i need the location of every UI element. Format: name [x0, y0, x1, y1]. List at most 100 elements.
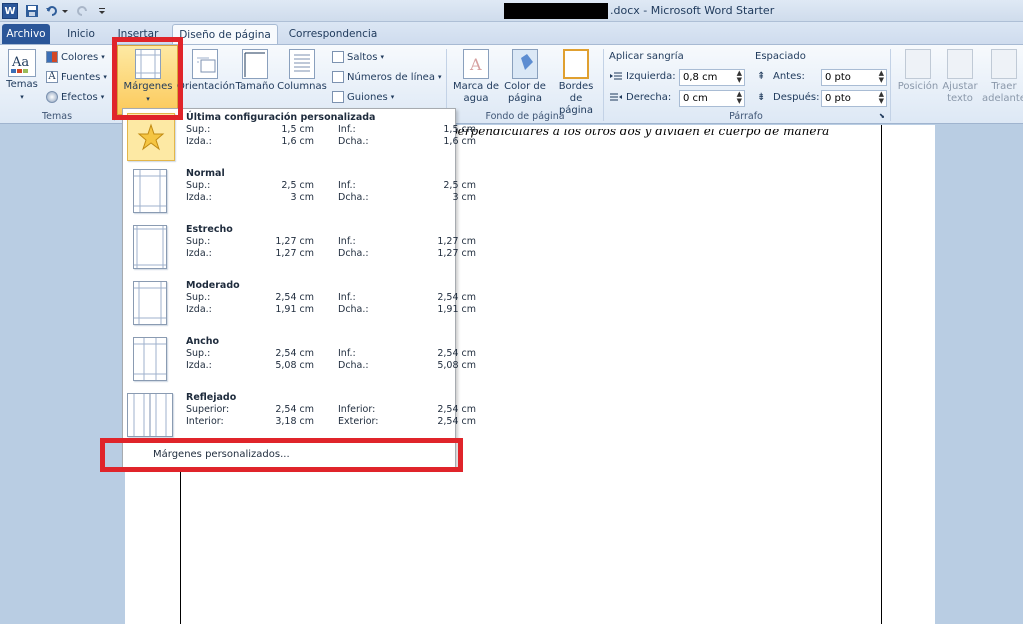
margin-preset-moderate-icon: [133, 281, 167, 325]
efectos-button[interactable]: Efectos ▾: [46, 91, 104, 103]
margin-preset-wide-icon: [133, 337, 167, 381]
numeros-label: Números de línea: [347, 71, 435, 83]
derecha-label: Derecha:: [626, 92, 672, 103]
preset-value: 1,6 cm: [281, 136, 314, 147]
despues-label: Después:: [773, 92, 820, 103]
columnas-button[interactable]: Columnas: [277, 49, 327, 93]
tab-archivo[interactable]: Archivo: [2, 24, 50, 44]
orientacion-label: Orientación: [177, 81, 236, 92]
spinner-arrows-icon[interactable]: ▲ ▼: [879, 70, 884, 84]
preset-value: 2,54 cm: [437, 292, 476, 303]
tamano-button[interactable]: Tamaño: [235, 49, 275, 93]
preset-field-label: Inf.:: [338, 292, 356, 303]
despues-value: 0 pto: [825, 93, 851, 104]
despues-input[interactable]: 0 pto ▲ ▼: [821, 90, 887, 107]
efectos-dropdown-icon: ▾: [100, 93, 105, 101]
ajustar-label-2: texto: [947, 93, 973, 104]
orientacion-button[interactable]: Orientación: [177, 49, 236, 93]
temas-button[interactable]: Aa Temas ▾: [4, 49, 40, 103]
dialog-launcher-icon[interactable]: ⬊: [879, 112, 885, 120]
espaciado-label: Espaciado: [755, 51, 806, 62]
temas-dropdown-icon: ▾: [20, 93, 24, 101]
tab-correspondencia[interactable]: Correspondencia: [284, 24, 382, 44]
undo-icon[interactable]: [44, 3, 60, 19]
preset-value: 2,54 cm: [275, 404, 314, 415]
tab-diseno-de-pagina[interactable]: Diseño de página: [172, 24, 278, 44]
preset-field-label: Dcha.:: [338, 360, 369, 371]
preset-field-label: Superior:: [186, 404, 230, 415]
preset-field-label: Inferior:: [338, 404, 376, 415]
preset-value: 1,27 cm: [275, 236, 314, 247]
colors-icon: [46, 51, 58, 63]
spinner-arrows-icon[interactable]: ▲ ▼: [737, 91, 742, 105]
orientation-icon: [192, 49, 218, 79]
margin-preset-mirrored-icon: [127, 393, 173, 437]
watermark-icon: A: [463, 49, 489, 79]
preset-name: Ancho: [186, 336, 220, 347]
customize-qat-icon[interactable]: [94, 3, 110, 19]
fuentes-label: Fuentes: [61, 71, 101, 83]
traer-adelante-button[interactable]: Traer adelante: [982, 49, 1023, 105]
derecha-input[interactable]: 0 cm ▲ ▼: [679, 90, 745, 107]
preset-value: 5,08 cm: [437, 360, 476, 371]
word-app-icon[interactable]: W: [2, 3, 18, 19]
preset-field-label: Izda.:: [186, 304, 212, 315]
svg-text:A: A: [469, 55, 482, 74]
izquierda-input[interactable]: 0,8 cm ▲ ▼: [679, 69, 745, 86]
position-icon: [905, 49, 931, 79]
preset-field-label: Inf.:: [338, 124, 356, 135]
spinner-arrows-icon[interactable]: ▲ ▼: [879, 91, 884, 105]
highlight-box-margenes: [112, 37, 183, 120]
spinner-arrows-icon[interactable]: ▲ ▼: [737, 70, 742, 84]
page-borders-icon: [563, 49, 589, 79]
indent-left-icon: [610, 72, 622, 85]
numeros-de-linea-button[interactable]: Números de línea ▾: [332, 71, 441, 83]
fuentes-button[interactable]: A Fuentes ▾: [46, 71, 107, 83]
undo-dropdown-icon[interactable]: [60, 3, 70, 19]
star-icon: [127, 113, 175, 161]
preset-field-label: Sup.:: [186, 348, 211, 359]
preset-field-label: Exterior:: [338, 416, 379, 427]
indent-right-icon: [610, 93, 622, 106]
color-de-pagina-button[interactable]: Color de página: [500, 49, 550, 105]
guiones-dropdown-icon: ▾: [390, 93, 395, 101]
redo-icon[interactable]: [74, 3, 90, 19]
tab-inicio[interactable]: Inicio: [58, 24, 104, 44]
guiones-button[interactable]: Guiones ▾: [332, 91, 394, 103]
preset-field-label: Izda.:: [186, 248, 212, 259]
preset-value: 2,54 cm: [275, 292, 314, 303]
antes-input[interactable]: 0 pto ▲ ▼: [821, 69, 887, 86]
svg-text:Aa: Aa: [11, 55, 29, 70]
ajustar-texto-button[interactable]: Ajustar texto: [940, 49, 980, 105]
preset-name: Estrecho: [186, 224, 233, 235]
preset-value: 1,27 cm: [437, 248, 476, 259]
spacing-before-icon: ⇞: [757, 71, 766, 82]
preset-field-label: Interior:: [186, 416, 224, 427]
breaks-icon: [332, 51, 344, 63]
preset-value: 2,5 cm: [443, 180, 476, 191]
hyphenation-icon: [332, 91, 344, 103]
saltos-button[interactable]: Saltos ▾: [332, 51, 384, 63]
preset-field-label: Sup.:: [186, 236, 211, 247]
preset-value: 1,91 cm: [275, 304, 314, 315]
color-label-2: página: [507, 93, 543, 104]
efectos-label: Efectos: [61, 91, 98, 103]
izquierda-value: 0,8 cm: [683, 72, 718, 83]
tamano-label: Tamaño: [235, 81, 275, 92]
save-icon[interactable]: [24, 3, 40, 19]
margin-preset-normal-icon: [133, 169, 167, 213]
bordes-de-pagina-button[interactable]: Bordes de página: [552, 49, 600, 117]
preset-name: Normal: [186, 168, 225, 179]
ajustar-label-1: Ajustar: [942, 81, 978, 92]
sangria-label: Aplicar sangría: [609, 51, 684, 62]
posicion-label: Posición: [897, 81, 939, 92]
posicion-button[interactable]: Posición: [896, 49, 940, 93]
colores-button[interactable]: Colores ▾: [46, 51, 105, 63]
saltos-dropdown-icon: ▾: [380, 53, 385, 61]
marca-de-agua-button[interactable]: A Marca de agua: [452, 49, 500, 105]
group-label-fondo: Fondo de página: [485, 111, 565, 122]
preset-value: 1,5 cm: [281, 124, 314, 135]
fuentes-dropdown-icon: ▾: [103, 73, 107, 81]
effects-icon: [46, 91, 58, 103]
margin-preset-narrow-icon: [133, 225, 167, 269]
